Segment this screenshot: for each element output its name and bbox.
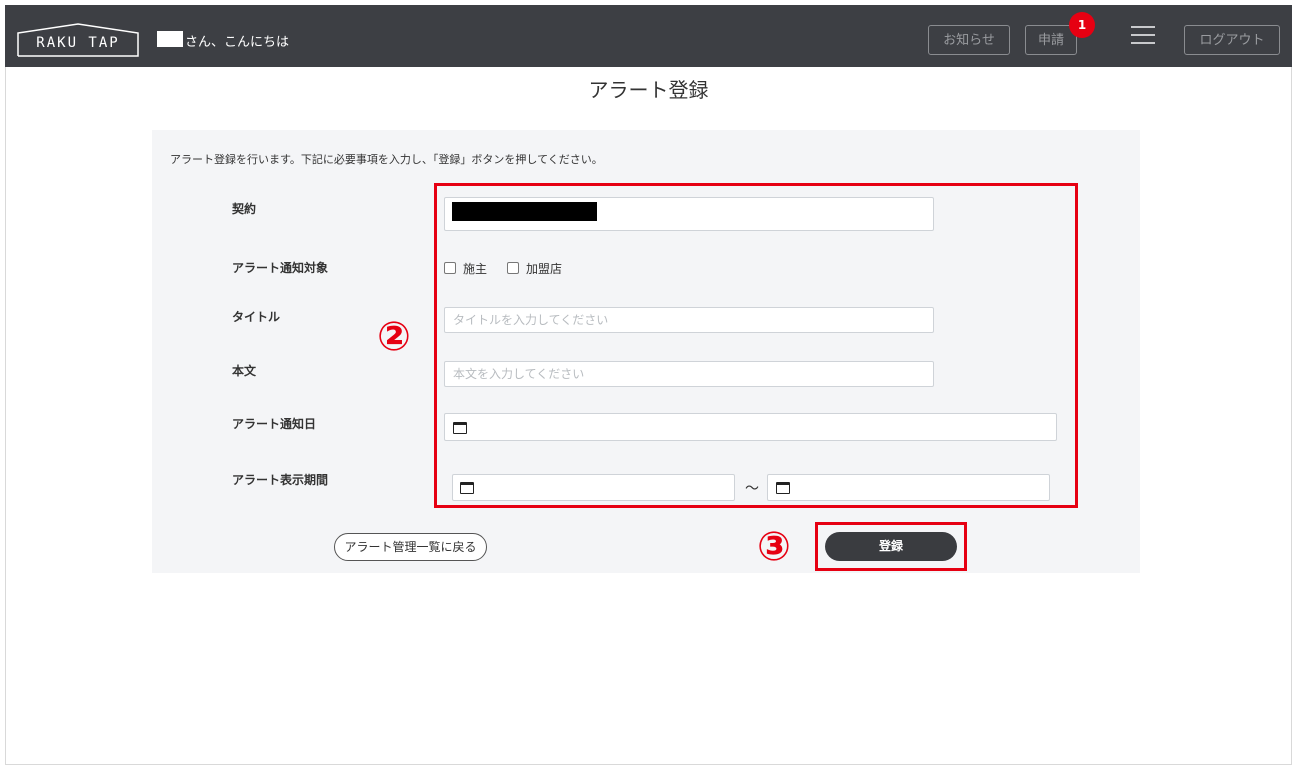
logout-button[interactable]: ログアウト (1184, 25, 1280, 55)
register-button[interactable]: 登録 (825, 532, 957, 561)
contract-label: 契約 (232, 202, 257, 216)
alert-target-label: アラート通知対象 (232, 261, 329, 275)
top-header: RAKU TAP さん、こんにちは お知らせ 申請 1 ログアウト (5, 5, 1292, 67)
display-period-label: アラート表示期間 (232, 473, 329, 487)
back-to-alert-list-button[interactable]: アラート管理一覧に戻る (334, 533, 487, 561)
title-label: タイトル (232, 310, 281, 324)
notice-button[interactable]: お知らせ (928, 25, 1010, 55)
step2-highlight-box (434, 183, 1078, 508)
step2-marker: ② (377, 314, 411, 360)
body-label: 本文 (232, 364, 257, 378)
menu-icon[interactable] (1131, 26, 1155, 46)
notify-date-label: アラート通知日 (232, 417, 317, 431)
instruction-text: アラート登録を行います。下記に必要事項を入力し、「登録」ボタンを押してください。 (170, 153, 603, 166)
user-name-redacted (157, 31, 183, 47)
greeting-text: さん、こんにちは (185, 35, 290, 50)
request-count-badge: 1 (1069, 12, 1095, 38)
page-title: アラート登録 (588, 78, 709, 102)
step3-marker: ③ (757, 524, 791, 570)
logo-text: RAKU TAP (36, 35, 120, 51)
raku-tap-logo[interactable]: RAKU TAP (17, 23, 139, 57)
